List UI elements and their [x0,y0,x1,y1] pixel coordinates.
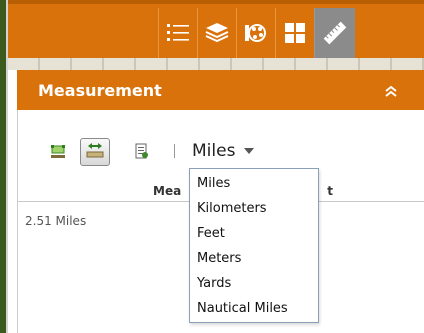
grid-button[interactable] [275,8,314,58]
location-tool-button[interactable] [130,143,152,163]
chevron-up-icon[interactable] [383,83,399,97]
ruler-icon [322,20,348,46]
grid-icon [284,22,306,44]
unit-dropdown-menu: Miles Kilometers Feet Meters Yards Nauti… [189,168,319,323]
legend-icon [166,22,190,44]
unit-select[interactable]: Miles [192,139,255,163]
distance-tool-button[interactable] [80,138,110,166]
basemap-gallery-icon [244,22,268,44]
area-tool-button[interactable] [47,143,69,163]
toolbar-separator [174,144,175,158]
unit-option-yards[interactable]: Yards [197,272,231,296]
basemap-gallery-button[interactable] [236,8,275,58]
unit-select-value: Miles [192,141,236,161]
layers-button[interactable] [197,8,236,58]
unit-option-kilometers[interactable]: Kilometers [197,197,267,221]
area-measure-icon [50,143,66,163]
unit-option-nautical-miles[interactable]: Nautical Miles [197,297,288,321]
location-measure-icon [133,143,149,163]
panel-header: Measurement [17,70,424,110]
distance-measure-icon [86,141,104,163]
measurement-result: 2.51 Miles [25,214,87,228]
map-background [8,58,424,70]
unit-option-miles[interactable]: Miles [197,172,230,196]
unit-option-feet[interactable]: Feet [197,222,225,246]
caret-down-icon [244,148,255,154]
panel-title: Measurement [38,81,162,100]
legend-button[interactable] [158,8,197,58]
widget-toolbar [8,0,424,58]
layers-icon [205,22,229,44]
measurement-button[interactable] [314,8,355,58]
unit-option-meters[interactable]: Meters [197,247,241,271]
